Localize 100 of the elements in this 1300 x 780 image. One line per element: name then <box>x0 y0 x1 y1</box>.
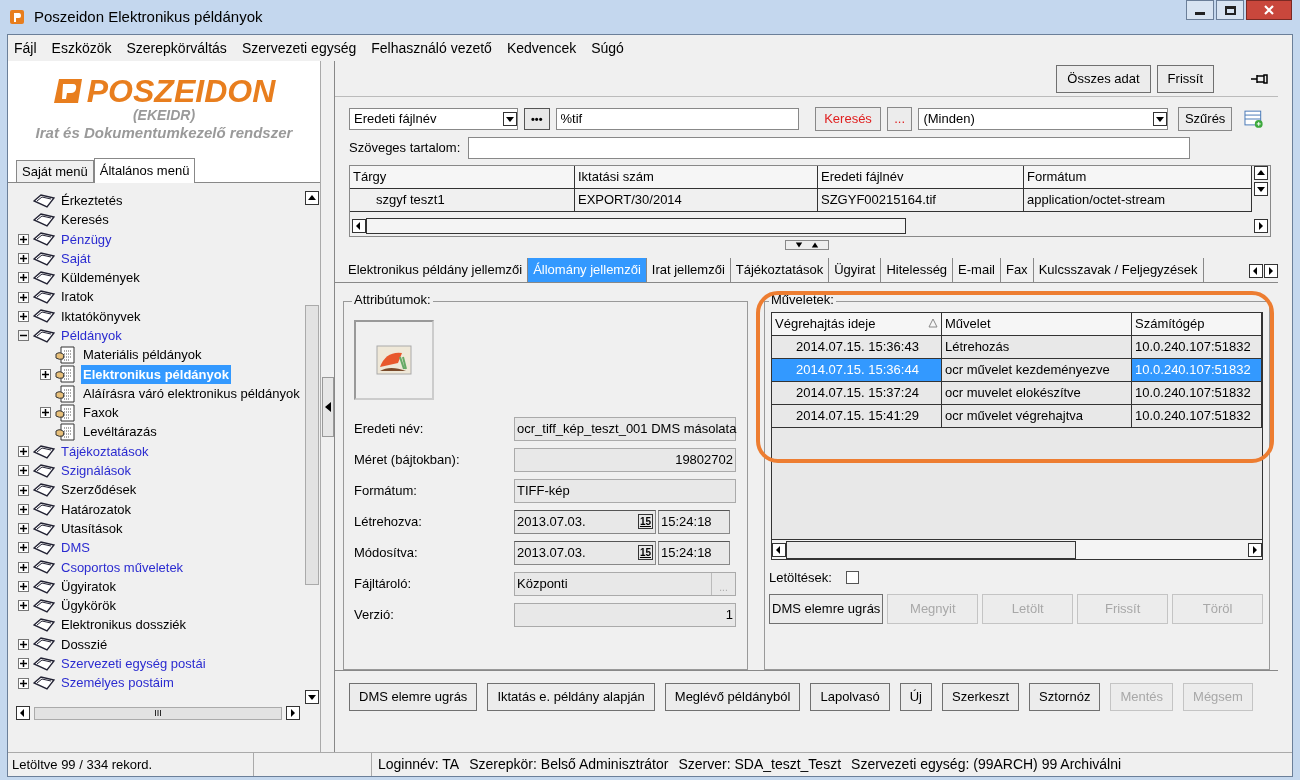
tree-item[interactable]: Elektronikus dossziék <box>59 615 188 635</box>
tree-item[interactable]: Utasítások <box>59 518 125 539</box>
tree-item[interactable]: Szervezeti egység postái <box>59 654 208 674</box>
expand-icon[interactable] <box>18 542 29 554</box>
menu-item[interactable]: Kedvencek <box>506 37 577 59</box>
tree-item[interactable]: Szerződések <box>59 480 139 500</box>
filter-button[interactable]: Szűrés <box>1177 107 1233 131</box>
scroll-right-icon[interactable] <box>1254 219 1268 233</box>
expand-icon[interactable] <box>18 561 29 573</box>
operation-row[interactable]: 2014.07.15. 15:36:44 ocr művelet kezdeményezve 10.0.240.107:51832 <box>772 359 1262 382</box>
tree-item[interactable]: Saját <box>59 248 93 269</box>
scroll-down-icon[interactable] <box>1152 112 1167 126</box>
text-content-field[interactable] <box>468 137 1191 159</box>
button[interactable]: Frissít <box>1156 64 1214 93</box>
splitter-arrows-icon[interactable] <box>784 240 829 250</box>
menu-item[interactable]: Eszközök <box>51 37 112 59</box>
expand-icon[interactable] <box>18 581 29 593</box>
menu-item[interactable]: Szerepkörváltás <box>126 37 227 59</box>
expand-icon[interactable] <box>18 253 29 265</box>
button[interactable]: Iktatás e. példány alapján <box>487 683 655 711</box>
expand-icon[interactable] <box>18 310 29 322</box>
tree-item[interactable]: DMS <box>59 538 92 558</box>
button[interactable]: Lapolvasó <box>810 683 890 711</box>
minimize-button[interactable] <box>1186 0 1214 20</box>
scroll-down-icon[interactable] <box>502 112 517 126</box>
expand-icon[interactable] <box>18 658 29 670</box>
expand-icon[interactable] <box>18 233 29 245</box>
button[interactable]: Sztornóz <box>1029 683 1101 711</box>
pin-icon[interactable] <box>1250 72 1268 85</box>
expand-icon[interactable] <box>18 600 29 612</box>
tree-item[interactable]: Csoportos műveletek <box>59 557 186 578</box>
scroll-down-icon[interactable] <box>304 690 319 704</box>
dots-button[interactable]: ... <box>886 107 913 131</box>
tree-item[interactable]: Iratok <box>59 287 96 307</box>
button[interactable]: Összes adat <box>1056 64 1151 93</box>
tree-item[interactable]: Pénzügy <box>59 229 114 249</box>
tree-item[interactable]: Faxok <box>81 403 121 423</box>
maximize-button[interactable] <box>1216 0 1244 20</box>
more-options-button[interactable]: ••• <box>523 108 550 130</box>
column-header[interactable]: Tárgy <box>350 166 575 188</box>
expand-icon[interactable] <box>18 503 29 515</box>
calendar-icon[interactable]: 15 <box>637 514 653 529</box>
add-table-icon[interactable] <box>1244 109 1264 129</box>
tree-item[interactable]: Dosszié <box>59 634 110 655</box>
calendar-icon[interactable]: 15 <box>637 545 653 560</box>
vertical-scrollbar[interactable] <box>303 191 320 704</box>
tree-item[interactable]: Szignálások <box>59 461 134 481</box>
storage-field[interactable]: Központi ... <box>514 571 736 596</box>
menu-item[interactable]: Felhasználó vezető <box>371 37 492 59</box>
tree-item[interactable]: Materiális példányok <box>81 345 204 365</box>
date-field[interactable]: 2013.07.03. 15 <box>514 540 656 565</box>
search-field[interactable]: %tif <box>555 108 800 130</box>
horizontal-scrollbar[interactable] <box>772 539 1262 559</box>
tree-item[interactable]: Tájékoztatások <box>59 441 151 462</box>
expand-icon[interactable] <box>40 407 51 419</box>
collapse-icon[interactable] <box>18 330 29 342</box>
column-header[interactable]: Formátum <box>1024 166 1252 188</box>
expand-icon[interactable] <box>18 465 29 477</box>
column-header[interactable]: Eredeti fájlnév <box>818 166 1024 188</box>
date-field[interactable]: 2013.07.03. 15 <box>514 509 656 534</box>
menu-tab[interactable]: Általános menü <box>93 158 196 183</box>
tree-item[interactable]: Küldemények <box>59 268 142 288</box>
button[interactable]: DMS elemre ugrás <box>349 683 478 711</box>
tree-item[interactable]: Iktatókönyvek <box>59 306 143 327</box>
expand-icon[interactable] <box>18 484 29 496</box>
expand-icon[interactable] <box>18 291 29 303</box>
expand-icon[interactable] <box>18 272 29 284</box>
button[interactable]: DMS elemre ugrás <box>769 593 884 624</box>
column-header[interactable]: Számítógép <box>1132 313 1262 335</box>
expand-icon[interactable] <box>40 368 51 380</box>
scroll-left-icon[interactable] <box>352 219 366 233</box>
horizontal-scrollbar[interactable] <box>350 216 1270 236</box>
tree-item[interactable]: Személyes postáim <box>59 673 176 693</box>
button[interactable]: Meglévő példányból <box>664 683 801 711</box>
column-header[interactable]: Művelet <box>942 313 1132 335</box>
tree-item[interactable]: Levéltárazás <box>81 422 159 442</box>
tree-item[interactable]: Ügykörök <box>59 596 118 616</box>
scroll-left-icon[interactable] <box>772 542 786 557</box>
tree-item[interactable]: Példányok <box>59 326 124 346</box>
menu-tab[interactable]: Saját menü <box>16 160 94 182</box>
tree-item[interactable]: Érkeztetés <box>59 191 125 211</box>
menu-item[interactable]: Súgó <box>591 37 624 59</box>
scroll-right-icon[interactable] <box>1264 264 1278 278</box>
search-button[interactable]: Keresés <box>815 107 881 131</box>
column-header[interactable]: Iktatási szám <box>575 166 818 188</box>
tree-item[interactable]: Ügyiratok <box>59 576 118 597</box>
scroll-left-icon[interactable] <box>1249 264 1263 278</box>
collapse-panel-button[interactable] <box>321 376 334 437</box>
operation-row[interactable]: 2014.07.15. 15:41:29 ocr művelet végrehajtva 10.0.240.107:51832 <box>772 405 1262 428</box>
tree-item[interactable]: Aláírásra váró elektronikus példányok <box>81 383 302 404</box>
expand-icon[interactable] <box>18 446 29 457</box>
column-header[interactable]: Végrehajtás ideje <box>772 313 942 335</box>
scroll-down-icon[interactable] <box>1254 182 1268 196</box>
scroll-right-icon[interactable] <box>1248 542 1262 557</box>
time-field[interactable]: 15:24:18 <box>658 540 730 565</box>
expand-icon[interactable] <box>18 523 29 535</box>
scroll-right-icon[interactable] <box>286 706 300 720</box>
checkbox[interactable] <box>845 571 859 585</box>
button[interactable]: Szerkeszt <box>942 683 1020 711</box>
scroll-left-icon[interactable] <box>16 706 30 720</box>
